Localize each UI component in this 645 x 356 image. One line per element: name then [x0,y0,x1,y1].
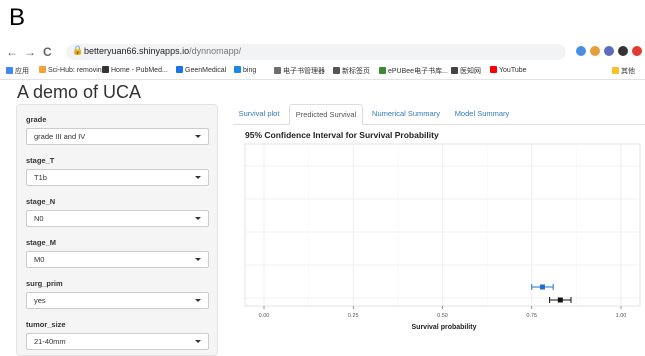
forward-icon[interactable]: → [24,45,36,59]
field-label-surg-prim: surg_prim [26,279,63,288]
bookmark-label: Sci-Hub: removin... [48,67,108,74]
selected-value: M0 [34,255,45,264]
bookmark-item[interactable]: bing [234,66,256,74]
x-tick-label: 0.50 [437,313,448,319]
x-axis-ticks: 0.00 0.25 0.50 0.75 1.00 [259,306,627,319]
bookmark-label: ePUBee电子书库... [388,68,448,75]
bookmark-item[interactable]: 新标签页 [333,66,370,76]
field-label-stage-M: stage_M [26,238,57,247]
selected-value: grade III and IV [34,132,86,141]
bookmark-icon [379,67,386,74]
tab-survival-plot[interactable]: Survival plot [233,104,285,123]
dropdown-caret-icon [195,176,201,179]
select-surg-prim[interactable]: yes [26,292,209,309]
bookmark-item[interactable]: Home - PubMed... [102,66,168,74]
field-label-grade: grade [26,115,47,124]
input-sidebar: grade grade III and IV stage_T T1b stage_N N0… [16,104,218,356]
x-tick-label: 0.25 [348,313,359,319]
x-tick-label: 0.75 [526,313,537,319]
tab-predicted-survival[interactable]: Predicted Survival [289,104,363,125]
chart-title: 95% Confidence Interval for Survival Pro… [245,130,439,140]
selected-value: 21-40mm [34,337,66,346]
bookmark-icon [234,66,241,73]
select-grade[interactable]: grade III and IV [26,128,209,145]
dropdown-caret-icon [195,258,201,261]
field-label-stage-N: stage_N [26,197,56,206]
profile-avatar[interactable] [632,46,642,56]
x-axis-label: Survival probability [412,324,477,331]
bookmark-item[interactable]: 应用 [6,66,29,76]
bookmark-icon [612,67,619,74]
tab-bar: Survival plot Predicted Survival Numeric… [233,104,645,125]
extension-icon[interactable] [604,46,614,56]
field-label-stage-T: stage_T [26,156,55,165]
select-tumor-size[interactable]: 21-40mm [26,333,209,350]
bookmark-item[interactable]: 其他 [612,66,635,76]
bookmark-item[interactable]: GeenMedical [176,66,226,74]
bookmark-icon [451,67,458,74]
dropdown-caret-icon [195,135,201,138]
dropdown-caret-icon [195,299,201,302]
browser-toolbar: ← → C 🔒 betteryuan66.shinyapps.io/dynnom… [0,42,645,64]
bookmark-icon [490,66,497,73]
bookmark-item[interactable]: 医知网 [451,66,481,76]
reload-icon[interactable]: C [43,45,52,59]
tab-model-summary[interactable]: Model Summary [451,104,513,123]
x-tick-label: 1.00 [616,313,627,319]
bookmark-label: GeenMedical [185,67,227,74]
select-stage-M[interactable]: M0 [26,251,209,268]
figure-label: B [9,4,26,31]
bookmark-item[interactable]: 电子书管理器 [274,66,325,76]
back-icon[interactable]: ← [6,45,18,59]
bookmark-label: 新标签页 [342,68,370,75]
bookmark-label: Home - PubMed... [111,67,168,74]
puzzle-icon[interactable] [618,46,628,56]
page-title: A demo of UCA [17,82,142,102]
lock-icon: 🔒 [72,45,84,55]
x-tick-label: 0.00 [259,313,270,319]
address-bar[interactable]: 🔒 betteryuan66.shinyapps.io/dynnomapp/ [66,44,566,60]
bookmark-label: 应用 [15,68,29,75]
bookmark-label: bing [243,67,257,74]
url-text: betteryuan66.shinyapps.io/dynnomapp/ [84,46,242,56]
survival-ci-chart: 0.00 0.25 0.50 0.75 1.00 Survival probabilit… [244,143,641,331]
bookmark-icon [39,66,46,73]
tab-numerical-summary[interactable]: Numerical Summary [365,104,447,123]
point-estimate [557,297,563,303]
bookmark-label: 电子书管理器 [283,68,325,75]
bookmark-icon [274,67,281,74]
bookmark-icon [333,67,340,74]
bookmarks-bar: 应用 Sci-Hub: removin... Home - PubMed... Gee… [0,64,645,80]
selected-value: N0 [34,214,44,223]
bookmark-label: 其他 [621,68,635,75]
select-stage-T[interactable]: T1b [26,169,209,186]
dropdown-caret-icon [195,217,201,220]
bookmark-item[interactable]: ePUBee电子书库... [379,66,448,76]
field-label-tumor-size: tumor_size [26,320,66,329]
bookmark-icon [102,66,109,73]
selected-value: yes [34,296,46,305]
point-estimate [539,284,545,290]
bookmark-label: YouTube [499,67,527,74]
bookmark-item[interactable]: Sci-Hub: removin... [39,66,108,74]
extension-icon[interactable] [590,46,600,56]
bookmark-icon [6,67,13,74]
bookmark-item[interactable]: YouTube [490,66,527,74]
extension-icon[interactable] [576,46,586,56]
select-stage-N[interactable]: N0 [26,210,209,227]
bookmark-label: 医知网 [460,68,481,75]
bookmark-icon [176,66,183,73]
selected-value: T1b [34,173,47,182]
dropdown-caret-icon [195,340,201,343]
